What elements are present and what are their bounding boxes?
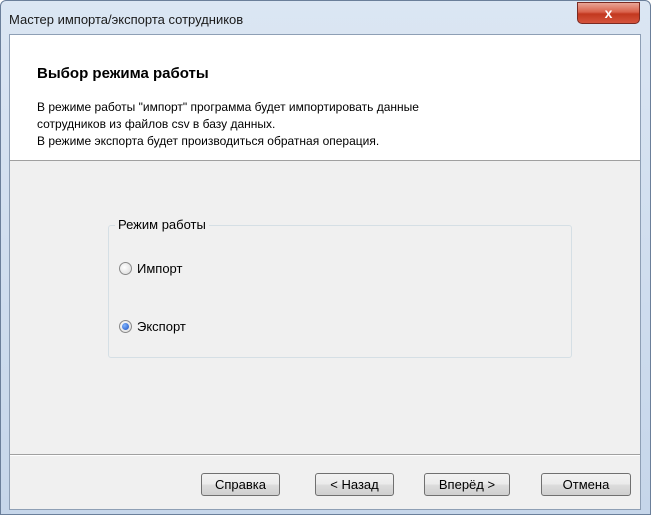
export-radio-button[interactable] [119,320,132,333]
description-line: В режиме экспорта будет производиться об… [37,134,380,148]
wizard-window: Мастер импорта/экспорта сотрудников x Вы… [0,0,651,515]
next-button[interactable]: Вперёд > [424,473,510,496]
import-radio-button[interactable] [119,262,132,275]
wizard-body: Выбор режима работы В режиме работы "имп… [9,34,641,510]
help-button[interactable]: Справка [201,473,280,496]
export-radio-option[interactable]: Экспорт [119,319,186,334]
description-line: сотрудников из файлов csv в базу данных. [37,117,276,131]
wizard-header: Выбор режима работы В режиме работы "имп… [10,35,640,161]
footer-divider [10,454,640,456]
export-radio-label[interactable]: Экспорт [137,319,186,334]
mode-groupbox: Режим работы Импорт Экспорт [108,217,572,358]
mode-group-label: Режим работы [115,217,209,232]
back-button[interactable]: < Назад [315,473,394,496]
import-radio-option[interactable]: Импорт [119,261,182,276]
close-icon: x [604,5,613,21]
page-description: В режиме работы "импорт" программа будет… [37,99,627,150]
import-radio-label[interactable]: Импорт [137,261,182,276]
close-button[interactable]: x [577,2,640,24]
page-title: Выбор режима работы [37,65,209,82]
description-line: В режиме работы "импорт" программа будет… [37,100,419,114]
title-bar[interactable]: Мастер импорта/экспорта сотрудников x [1,1,650,33]
window-title: Мастер импорта/экспорта сотрудников [9,12,244,27]
cancel-button[interactable]: Отмена [541,473,631,496]
